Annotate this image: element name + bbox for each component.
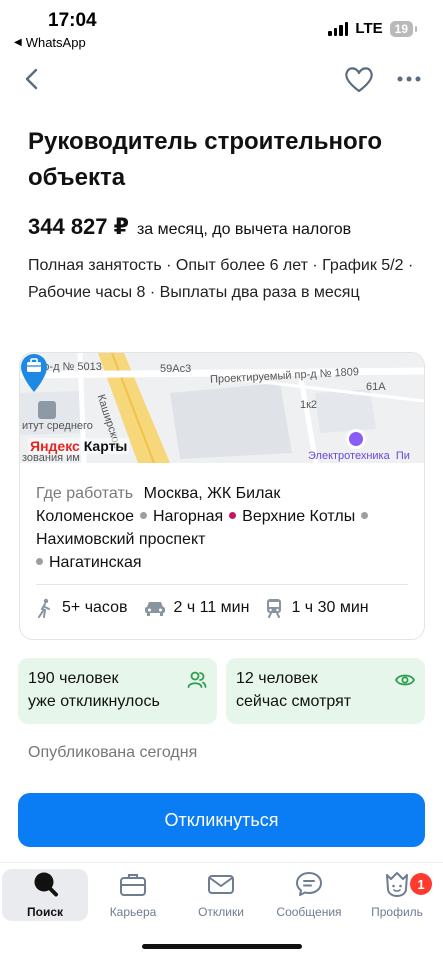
tab-career-label: Карьера: [109, 905, 157, 919]
tab-responses-label: Отклики: [198, 905, 244, 919]
travel-car: 2 ч 11 мин: [144, 599, 250, 617]
status-time: 17:04: [48, 10, 97, 31]
favorite-heart-icon[interactable]: [343, 64, 375, 94]
travel-times: 5+ часов 2 ч 11 мин 1 ч 30 мин: [36, 598, 369, 618]
walking-icon: [38, 598, 50, 618]
map-label-61: 61А: [366, 381, 386, 393]
responded-text: уже откликнулось: [28, 693, 160, 710]
top-nav: [0, 60, 443, 100]
network-type: LTE: [355, 20, 383, 37]
metro-station: Верхние Котлы: [242, 508, 356, 525]
tab-profile[interactable]: Профиль 1: [354, 869, 440, 921]
back-app-label: WhatsApp: [25, 35, 86, 50]
home-indicator: [142, 944, 302, 949]
tab-messages-label: Сообщения: [276, 905, 342, 919]
briefcase-icon: [120, 874, 146, 896]
search-icon: [34, 872, 58, 897]
apply-button[interactable]: Откликнуться: [18, 793, 425, 847]
address-details: Где работать Москва, ЖК Билак Коломенско…: [36, 482, 408, 574]
yandex-maps-logo: Яндекс Карты: [28, 438, 130, 454]
work-conditions: Полная занятость · Опыт более 6 лет · Гр…: [28, 257, 414, 301]
watching-text: сейчас смотрят: [236, 693, 352, 710]
address-card[interactable]: ий пр-д № 5013 Каширское 59Ас3 Проектиру…: [19, 352, 425, 640]
map-preview[interactable]: ий пр-д № 5013 Каширское 59Ас3 Проектиру…: [20, 353, 424, 463]
vacancy-title: Руководитель строительного объекта: [28, 128, 383, 191]
people-icon: [187, 671, 207, 688]
tab-messages[interactable]: Сообщения: [266, 869, 352, 921]
travel-walk: 5+ часов: [36, 598, 128, 618]
watching-count: 12 человек: [236, 670, 318, 687]
more-options-icon[interactable]: [395, 66, 423, 92]
address-city-place: Москва, ЖК Билак: [143, 485, 281, 502]
map-label-1k2: 1к2: [300, 399, 318, 411]
back-arrow-icon[interactable]: [20, 66, 46, 92]
watching-stat-card: 12 человек сейчас смотрят: [226, 658, 425, 724]
tab-career[interactable]: Карьера: [90, 869, 176, 921]
tab-responses[interactable]: Отклики: [178, 869, 264, 921]
metro-station: Нахимовский проспект: [36, 531, 206, 548]
car-icon: [144, 602, 165, 616]
divider: [36, 584, 408, 585]
tab-search[interactable]: Поиск: [2, 869, 88, 921]
travel-transit: 1 ч 30 мин: [265, 598, 369, 618]
metro-station: Коломенское: [36, 508, 134, 525]
metro-line-dot: [229, 512, 237, 520]
salary-note: за месяц, до вычета налогов: [136, 221, 352, 238]
profile-avatar-icon: [386, 872, 408, 897]
travel-transit-time: 1 ч 30 мин: [291, 599, 369, 616]
back-triangle-icon: ◀: [14, 37, 22, 48]
metro-station: Нагорная: [153, 508, 224, 525]
battery-icon: 19: [389, 20, 418, 37]
salary: 344 827 ₽ за месяц, до вычета налогов: [28, 214, 351, 240]
notification-badge: 1: [410, 873, 432, 895]
eye-icon: [395, 674, 415, 686]
back-to-app-link[interactable]: ◀ WhatsApp: [14, 35, 86, 50]
tab-search-label: Поиск: [26, 905, 63, 919]
travel-walk-time: 5+ часов: [62, 599, 128, 616]
responded-stat-card: 190 человек уже откликнулось: [18, 658, 217, 724]
status-bar: 17:04 ◀ WhatsApp LTE 19: [0, 0, 443, 56]
envelope-icon: [208, 875, 234, 894]
travel-car-time: 2 ч 11 мин: [173, 599, 250, 616]
responded-count: 190 человек: [28, 670, 119, 687]
map-label-poi: Электротехника Пи: [308, 450, 410, 462]
train-icon: [267, 599, 282, 618]
metro-line-dot: [361, 512, 369, 520]
address-label: Где работать: [36, 485, 134, 502]
map-label-institute-1: итут среднего: [22, 420, 93, 432]
poi-marker-icon: [346, 429, 366, 449]
status-indicators: LTE 19: [328, 20, 418, 37]
metro-line-dot: [36, 558, 43, 566]
signal-icon: [328, 21, 349, 36]
map-label-59: 59Ас3: [160, 363, 192, 375]
salary-amount: 344 827 ₽: [28, 214, 129, 239]
chat-bubble-icon: [296, 872, 322, 896]
tab-profile-label: Профиль: [371, 905, 423, 919]
published-date: Опубликована сегодня: [28, 744, 198, 761]
map-pin-icon: [21, 354, 47, 392]
metro-station: Нагатинская: [49, 554, 142, 571]
metro-line-dot: [140, 512, 147, 520]
